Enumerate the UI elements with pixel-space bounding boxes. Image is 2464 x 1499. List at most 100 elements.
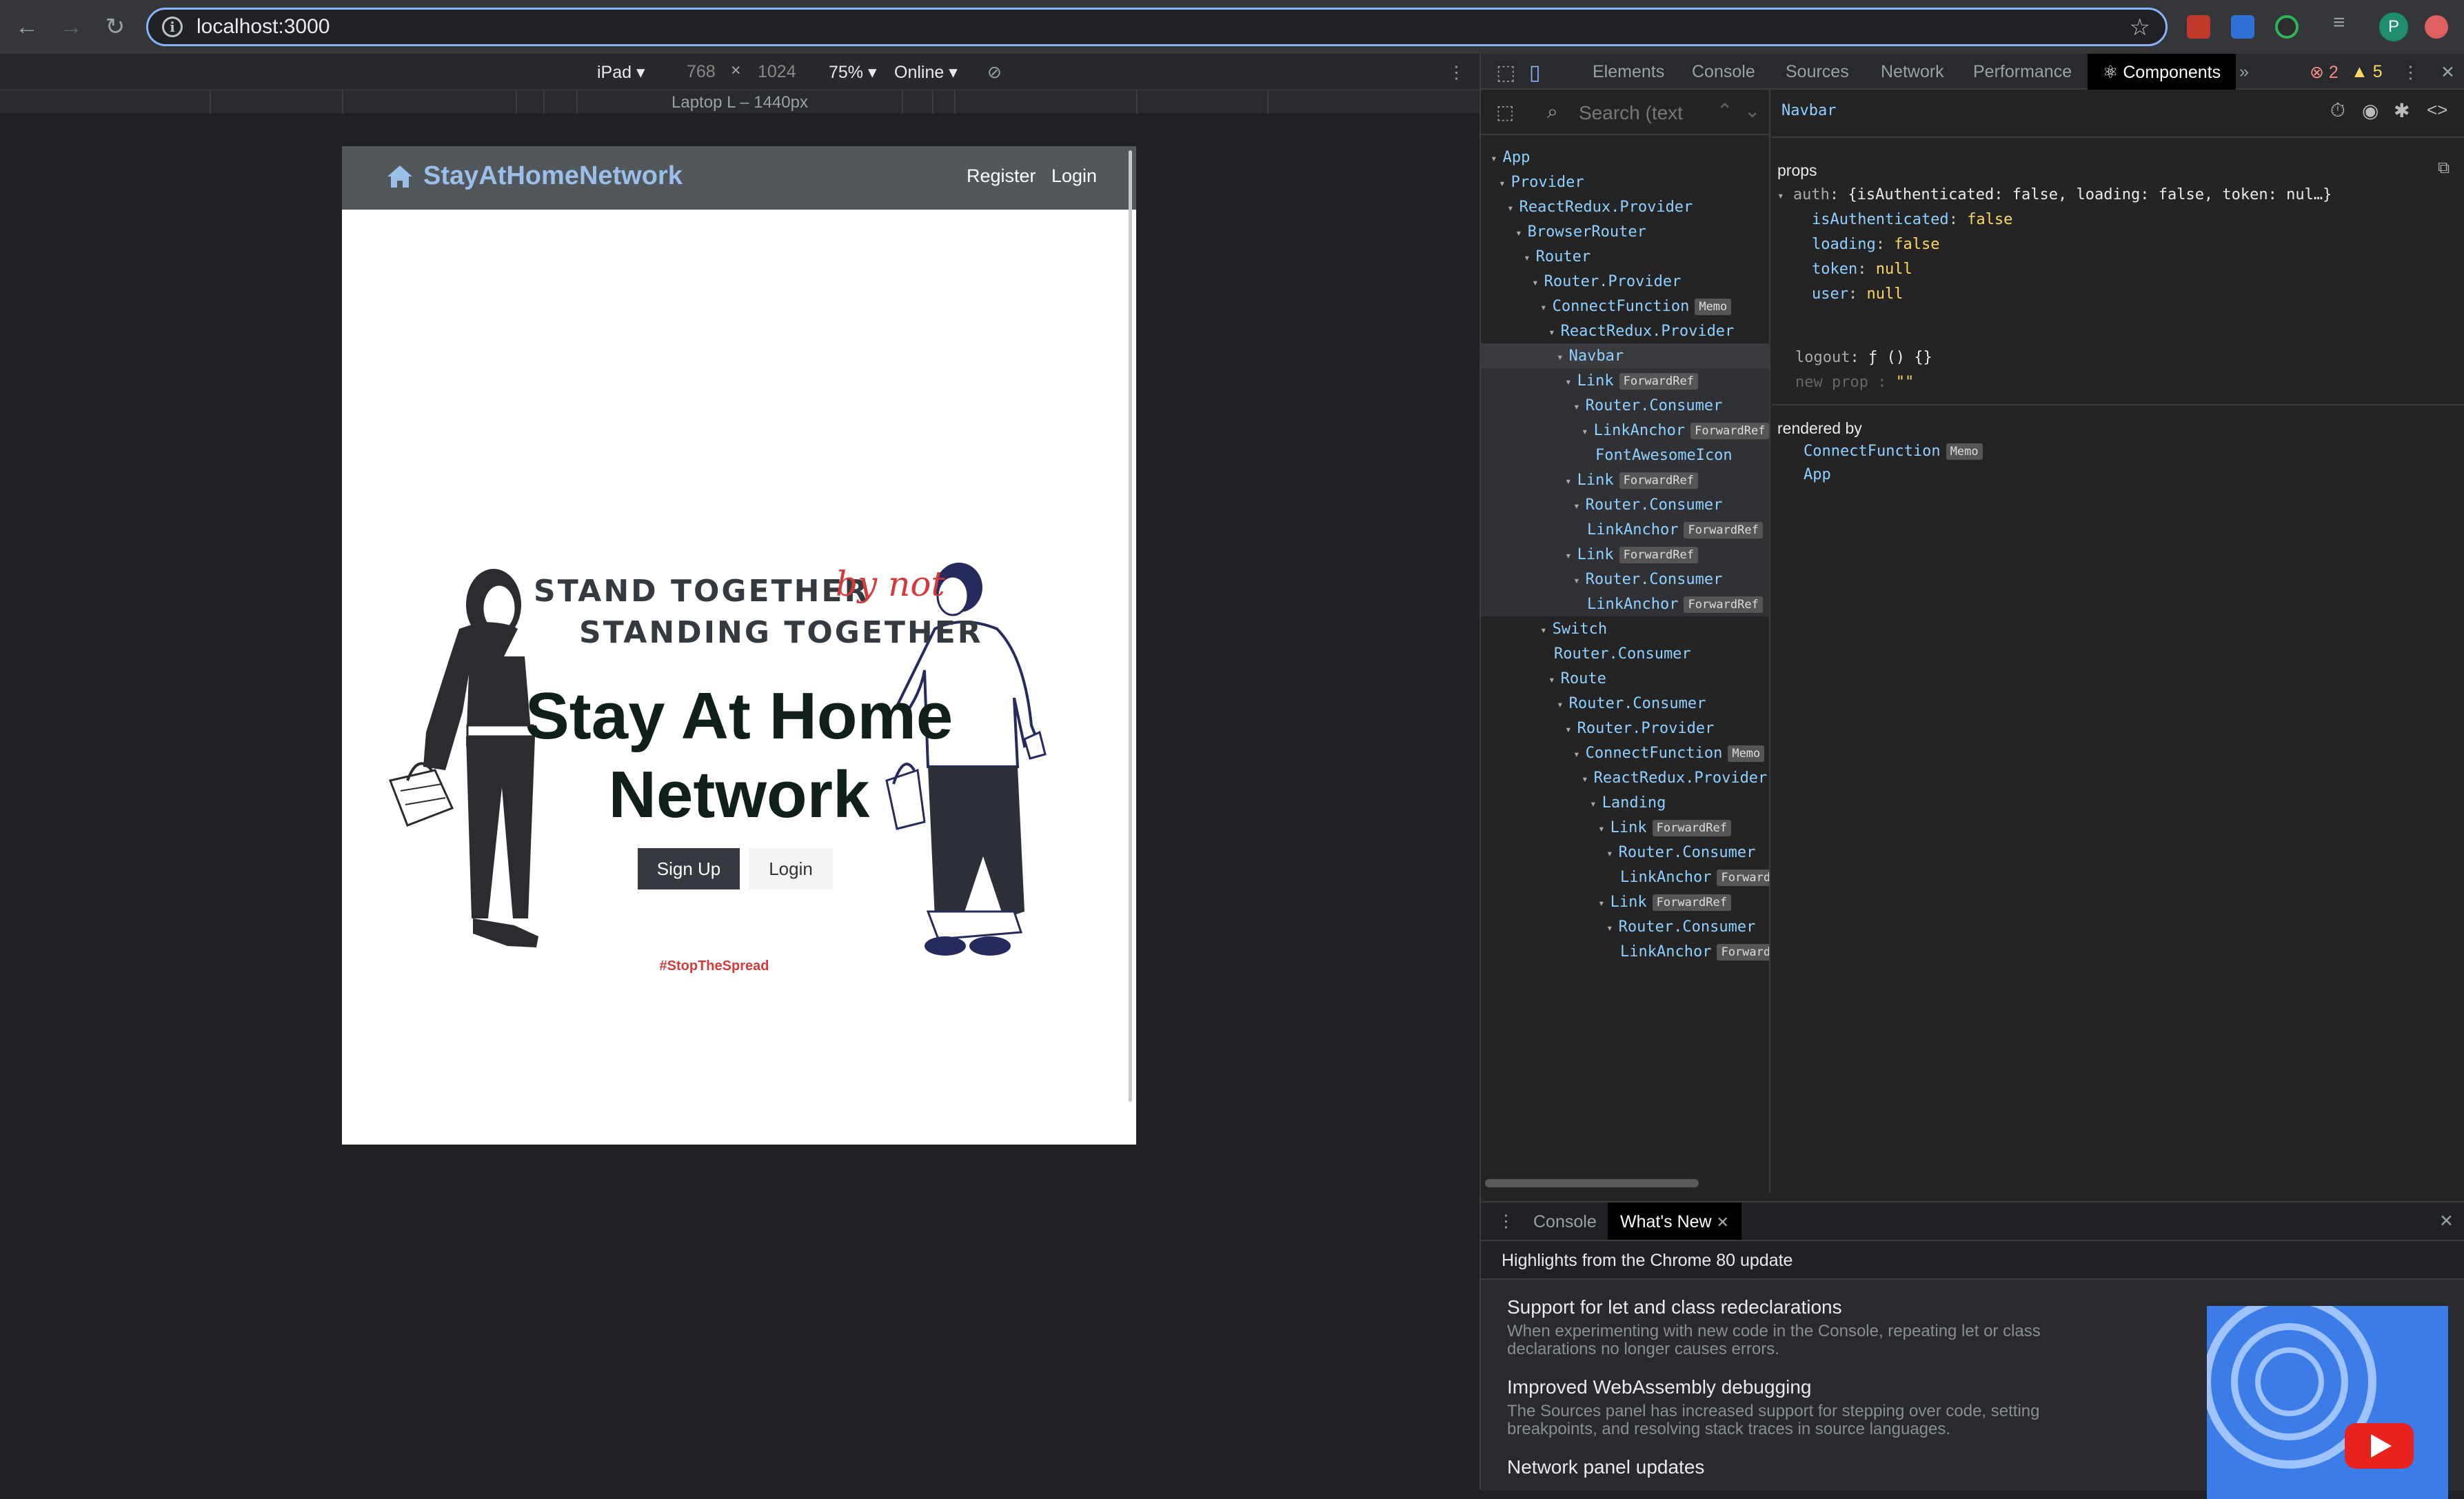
expand-arrow-icon[interactable]: ▾	[1524, 251, 1531, 264]
search-input[interactable]: Search (text	[1579, 102, 1683, 124]
expand-arrow-icon[interactable]: ▾	[1557, 350, 1564, 363]
tab-elements[interactable]: Elements	[1593, 62, 1664, 82]
video-thumbnail[interactable]	[2207, 1306, 2448, 1499]
expand-arrow-icon[interactable]: ▾	[1573, 574, 1580, 587]
expand-arrow-icon[interactable]: ▾	[1548, 673, 1555, 686]
tree-node[interactable]: ▾ Link ForwardRef	[1481, 815, 1769, 840]
reload-icon[interactable]: ↻	[99, 11, 131, 43]
tree-node[interactable]: ▾ Router	[1481, 244, 1769, 269]
extension-icon[interactable]	[2187, 15, 2210, 39]
inspect-element-icon[interactable]: ⬚	[1496, 61, 1515, 85]
tree-node[interactable]: Router.Consumer	[1481, 641, 1769, 666]
expand-arrow-icon[interactable]: ▾	[1540, 623, 1547, 636]
tree-node[interactable]: ▾ Provider	[1481, 170, 1769, 194]
tree-node[interactable]: ▾ Router.Provider	[1481, 716, 1769, 741]
bookmark-star-icon[interactable]: ☆	[2130, 14, 2150, 41]
tree-node[interactable]: LinkAnchor ForwardRef	[1481, 865, 1769, 889]
tree-node[interactable]: ▾ Router.Consumer	[1481, 393, 1769, 418]
tree-node[interactable]: ▾ Landing	[1481, 790, 1769, 815]
tree-node[interactable]: LinkAnchor ForwardRef	[1481, 939, 1769, 964]
expand-arrow-icon[interactable]: ▾	[1491, 152, 1497, 165]
info-icon[interactable]: i	[162, 17, 183, 37]
device-select[interactable]: iPad ▾	[597, 62, 645, 83]
media-icon[interactable]: ≡	[2333, 11, 2356, 34]
tree-node[interactable]: ▾ Link ForwardRef	[1481, 542, 1769, 567]
whats-new-item-title[interactable]: Support for let and class redeclarations	[1507, 1296, 1842, 1318]
expand-arrow-icon[interactable]: ▾	[1606, 847, 1613, 860]
tree-node[interactable]: ▾ Router.Provider	[1481, 269, 1769, 294]
close-devtools-icon[interactable]: ✕	[2441, 62, 2455, 83]
expand-arrow-icon[interactable]: ▾	[1606, 921, 1613, 934]
tree-node[interactable]: ▾ Router.Consumer	[1481, 492, 1769, 517]
tree-node[interactable]: ▾ Link ForwardRef	[1481, 368, 1769, 393]
forward-icon[interactable]: →	[55, 11, 87, 43]
new-prop-value[interactable]: ""	[1896, 374, 1915, 391]
sign-up-button[interactable]: Sign Up	[638, 848, 740, 889]
tree-node[interactable]: ▾ Router.Consumer	[1481, 691, 1769, 716]
drawer-tab-whats-new[interactable]: What's New ✕	[1608, 1203, 1741, 1240]
prev-result-icon[interactable]: ⌃	[1717, 99, 1733, 122]
expand-arrow-icon[interactable]: ▾	[1777, 189, 1784, 202]
tree-node[interactable]: ▾ Router.Consumer	[1481, 567, 1769, 592]
tree-node[interactable]: ▾ Link ForwardRef	[1481, 467, 1769, 492]
expand-arrow-icon[interactable]: ▾	[1557, 698, 1564, 711]
tree-node[interactable]: LinkAnchor ForwardRef	[1481, 592, 1769, 616]
expand-arrow-icon[interactable]: ▾	[1515, 226, 1522, 239]
prop-row[interactable]: isAuthenticated: false	[1812, 211, 2012, 228]
select-component-icon[interactable]: ⬚	[1496, 101, 1514, 123]
expand-arrow-icon[interactable]: ▾	[1582, 772, 1588, 785]
drawer-tab-console[interactable]: Console	[1533, 1212, 1597, 1232]
back-icon[interactable]: ←	[11, 11, 43, 43]
tab-components[interactable]: ⚛ Components	[2088, 54, 2236, 90]
tree-node[interactable]: ▾ ConnectFunction Memo	[1481, 741, 1769, 765]
height-input[interactable]: 1024	[758, 62, 796, 82]
extension-icon[interactable]	[2231, 15, 2254, 39]
tree-node[interactable]: ▾ Navbar	[1481, 343, 1769, 368]
tree-node[interactable]: ▾ Router.Consumer	[1481, 914, 1769, 939]
expand-arrow-icon[interactable]: ▾	[1573, 747, 1580, 761]
prop-value[interactable]: false	[1894, 236, 1939, 253]
expand-arrow-icon[interactable]: ▾	[1598, 822, 1605, 835]
prop-row[interactable]: token: null	[1812, 261, 1912, 278]
tree-node[interactable]: ▾ Router.Consumer	[1481, 840, 1769, 865]
expand-arrow-icon[interactable]: ▾	[1540, 301, 1547, 314]
eye-icon[interactable]: ◉	[2362, 99, 2379, 122]
view-source-icon[interactable]: <>	[2427, 99, 2447, 121]
tab-performance[interactable]: Performance	[1973, 62, 2072, 82]
whats-new-item-title[interactable]: Network panel updates	[1507, 1456, 1704, 1478]
extension-icon[interactable]	[2425, 15, 2448, 39]
error-count[interactable]: ⊗ 2	[2310, 62, 2339, 83]
prop-logout[interactable]: logout: ƒ () {}	[1795, 349, 1932, 366]
expand-arrow-icon[interactable]: ▾	[1565, 549, 1572, 562]
tab-sources[interactable]: Sources	[1786, 62, 1849, 82]
expand-arrow-icon[interactable]: ▾	[1507, 201, 1514, 214]
rendered-by-app[interactable]: App	[1804, 466, 1831, 483]
tree-node[interactable]: ▾ ReactRedux.Provider	[1481, 765, 1769, 790]
expand-arrow-icon[interactable]: ▾	[1598, 896, 1605, 909]
tree-node[interactable]: ▾ ReactRedux.Provider	[1481, 319, 1769, 343]
expand-arrow-icon[interactable]: ▾	[1590, 797, 1597, 810]
prop-value[interactable]: false	[1967, 211, 2012, 228]
expand-arrow-icon[interactable]: ▾	[1582, 425, 1588, 438]
timer-icon[interactable]: ⏱	[2330, 99, 2345, 122]
warning-count[interactable]: ▲ 5	[2351, 62, 2383, 82]
emulated-viewport[interactable]: StayAtHomeNetwork Register Login STAND T…	[342, 146, 1136, 1145]
prop-row[interactable]: user: null	[1812, 285, 1903, 303]
copy-icon[interactable]: ⧉	[2438, 159, 2450, 178]
rendered-by-connectfunction[interactable]: ConnectFunction Memo	[1804, 443, 1983, 460]
tree-node[interactable]: ▾ ReactRedux.Provider	[1481, 194, 1769, 219]
whats-new-item-title[interactable]: Improved WebAssembly debugging	[1507, 1376, 1812, 1398]
tree-node[interactable]: ▾ App	[1481, 145, 1769, 170]
new-prop[interactable]: new prop : ""	[1795, 374, 1914, 391]
expand-arrow-icon[interactable]: ▾	[1573, 499, 1580, 512]
next-result-icon[interactable]: ⌄	[1744, 99, 1760, 122]
prop-value[interactable]: null	[1866, 285, 1903, 303]
tree-node[interactable]: ▾ Link ForwardRef	[1481, 889, 1769, 914]
zoom-select[interactable]: 75% ▾	[829, 62, 877, 83]
tree-node[interactable]: ▾ LinkAnchor ForwardRef	[1481, 418, 1769, 443]
close-drawer-icon[interactable]: ✕	[2439, 1211, 2454, 1231]
tree-node[interactable]: FontAwesomeIcon	[1481, 443, 1769, 467]
expand-arrow-icon[interactable]: ▾	[1565, 375, 1572, 388]
width-input[interactable]: 768	[687, 62, 716, 82]
horizontal-scrollbar[interactable]	[1485, 1179, 1699, 1187]
